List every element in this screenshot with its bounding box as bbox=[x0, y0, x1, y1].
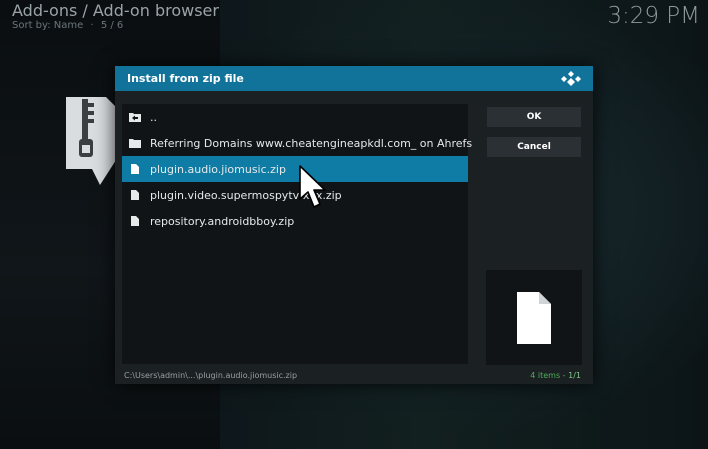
list-item-file[interactable]: plugin.video.supermospytv-xxx.zip bbox=[122, 182, 468, 208]
breadcrumb: Add-ons / Add-on browser bbox=[12, 1, 219, 20]
list-item-parent-folder[interactable]: .. bbox=[122, 104, 468, 130]
dialog-header: Install from zip file bbox=[115, 66, 593, 91]
item-count-label: 4 items - bbox=[530, 371, 569, 380]
file-preview bbox=[486, 270, 582, 365]
clock: 3:29 PM bbox=[607, 3, 700, 29]
list-item-file-selected[interactable]: plugin.audio.jiomusic.zip bbox=[122, 156, 468, 182]
item-position: 5 / 6 bbox=[100, 20, 124, 31]
list-item-label: plugin.audio.jiomusic.zip bbox=[150, 162, 286, 176]
zip-file-icon bbox=[66, 97, 118, 185]
current-path: C:\Users\admin\...\plugin.audio.jiomusic… bbox=[124, 371, 298, 380]
install-zip-dialog: Install from zip file .. Referring Domai… bbox=[115, 66, 593, 384]
list-item-label: repository.androidbboy.zip bbox=[150, 214, 295, 228]
dialog-title: Install from zip file bbox=[127, 72, 244, 85]
file-icon bbox=[129, 216, 141, 226]
ok-button[interactable]: OK bbox=[487, 107, 581, 127]
file-icon bbox=[129, 190, 141, 200]
page-indicator: 1/1 bbox=[568, 371, 581, 380]
folder-icon bbox=[129, 138, 141, 148]
kodi-logo-icon bbox=[561, 71, 581, 86]
folder-up-icon bbox=[129, 112, 141, 122]
item-count: 4 items - 1/1 bbox=[530, 371, 581, 380]
page-title: Add-ons / Add-on browser bbox=[12, 1, 219, 20]
mouse-cursor-icon bbox=[299, 165, 326, 208]
list-item-folder[interactable]: Referring Domains www.cheatengineapkdl.c… bbox=[122, 130, 472, 156]
list-item-file[interactable]: repository.androidbboy.zip bbox=[122, 208, 468, 234]
file-preview-icon bbox=[517, 291, 551, 344]
file-icon bbox=[129, 164, 141, 174]
sort-label: Sort by: Name bbox=[12, 20, 84, 31]
file-list[interactable]: .. Referring Domains www.cheatengineapkd… bbox=[122, 104, 472, 364]
cancel-button[interactable]: Cancel bbox=[487, 137, 581, 157]
list-item-label: .. bbox=[150, 110, 157, 124]
list-item-label: Referring Domains www.cheatengineapkdl.c… bbox=[150, 136, 473, 150]
sort-info: Sort by: Name · 5 / 6 bbox=[12, 20, 124, 31]
